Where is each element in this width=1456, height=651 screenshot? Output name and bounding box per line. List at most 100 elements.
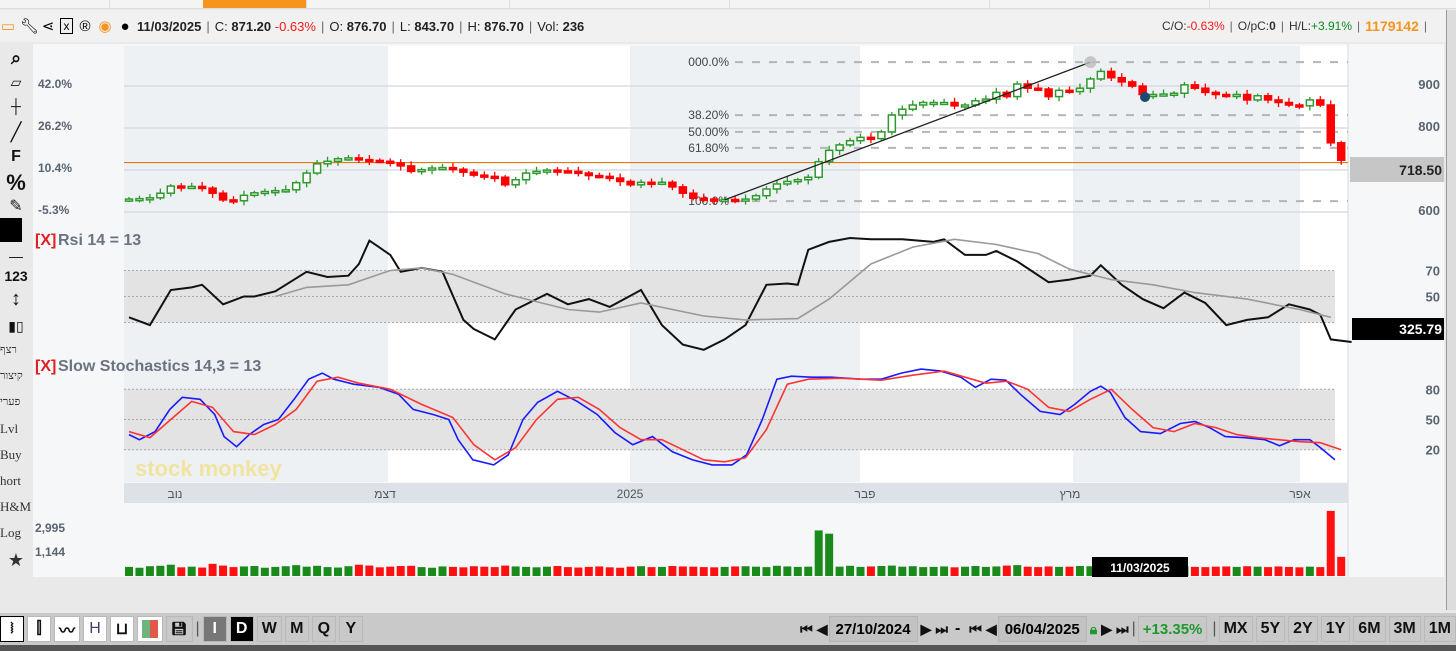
volume-bar: [846, 565, 855, 576]
range-max[interactable]: MX: [1218, 616, 1253, 642]
candle: [239, 194, 249, 202]
volume-bar: [239, 566, 248, 576]
right-axis-tick: 800: [1418, 119, 1440, 134]
volume-bar: [752, 566, 760, 576]
volume-bar: [772, 565, 781, 576]
candle: [793, 179, 803, 183]
lock-icon[interactable]: 🔒︎: [1090, 621, 1098, 638]
candle: [898, 108, 907, 116]
volume-bar: [616, 567, 625, 576]
watermark-logo: stock monkey: [135, 456, 282, 481]
chart-svg[interactable]: 42.0% 26.2% 10.4% -5.3% 900 800 600 000.0% 38.20…: [0, 0, 1446, 610]
candle: [647, 181, 656, 186]
volume-bar: [501, 565, 510, 576]
month-label: 2025: [617, 487, 644, 501]
volume-bar: [292, 565, 301, 576]
volume-bar: [584, 566, 593, 576]
ohlc-chart-button[interactable]: ⫿: [27, 616, 51, 642]
volume-bar: [940, 566, 949, 576]
candle: [1274, 99, 1283, 104]
volume-bar: [1055, 566, 1064, 576]
candle: [323, 160, 332, 165]
volume-bar: [1002, 565, 1011, 576]
interval-quarterly[interactable]: Q: [311, 616, 336, 642]
hlc-chart-button[interactable]: H: [83, 616, 108, 642]
area-chart-button[interactable]: ⊔: [110, 616, 135, 642]
volume-bar: [1044, 566, 1053, 576]
indicator-close-button[interactable]: [X]: [35, 358, 56, 375]
volume-bar: [710, 567, 719, 576]
volume-bar: [469, 566, 478, 576]
range-3m[interactable]: 3M: [1388, 616, 1421, 642]
bar-color-button[interactable]: [137, 616, 164, 642]
start-prev-icon[interactable]: ◀: [817, 621, 828, 638]
candlestick-chart-button[interactable]: ⧘: [0, 616, 24, 642]
volume-bar: [668, 566, 677, 576]
volume-bar: [448, 566, 457, 576]
candle: [1075, 87, 1085, 93]
candle: [145, 197, 155, 201]
candle: [751, 194, 761, 200]
candle: [636, 181, 646, 186]
volume-bar: [1065, 566, 1074, 576]
volume-bar: [145, 566, 154, 576]
candle: [1033, 87, 1043, 91]
marker-dot: [1140, 92, 1150, 102]
volume-bar: [219, 565, 228, 576]
volume-bar: [271, 566, 280, 576]
rsi-value-label: 325.79: [1399, 321, 1442, 337]
range-1y[interactable]: 1Y: [1320, 616, 1351, 642]
volume-bar: [804, 566, 813, 576]
volume-bar: [166, 564, 175, 576]
start-next-icon[interactable]: ▶: [921, 621, 932, 638]
candle: [396, 162, 405, 167]
candle: [1180, 84, 1189, 94]
volume-bar: [699, 567, 708, 576]
interval-monthly[interactable]: M: [284, 616, 309, 642]
volume-bar: [187, 566, 196, 576]
interval-yearly[interactable]: Y: [338, 616, 363, 642]
range-6m[interactable]: 6M: [1353, 616, 1386, 642]
candle: [135, 197, 144, 202]
start-first-icon[interactable]: ⏮: [800, 621, 813, 638]
end-next-icon[interactable]: ▶: [1101, 621, 1112, 638]
candle: [250, 192, 259, 197]
candle: [354, 157, 364, 161]
end-prev-icon[interactable]: ◀: [986, 621, 997, 638]
volume-bar: [365, 565, 374, 576]
candle: [1316, 99, 1325, 106]
left-axis-tick: 42.0%: [38, 77, 72, 91]
candle: [584, 172, 594, 177]
candle: [699, 197, 708, 201]
end-last-icon[interactable]: ⏭: [1116, 621, 1129, 638]
month-label: מרץ: [1060, 487, 1081, 501]
range-2y[interactable]: 2Y: [1288, 616, 1318, 642]
volume-bar: [490, 567, 499, 576]
candle: [333, 158, 343, 163]
interval-weekly[interactable]: W: [256, 616, 282, 642]
start-last-icon[interactable]: ⏭: [935, 621, 948, 638]
volume-bar: [835, 566, 844, 576]
candle: [438, 166, 447, 171]
interval-daily[interactable]: D: [229, 616, 254, 642]
candle: [1096, 70, 1106, 80]
volume-bar: [177, 567, 186, 576]
candle: [772, 183, 782, 190]
range-1m[interactable]: 1M: [1423, 616, 1456, 642]
end-first-icon[interactable]: ⏮: [969, 621, 982, 638]
scrollbar[interactable]: [1446, 10, 1456, 610]
time-axis: [124, 483, 1348, 503]
volume-bar: [229, 567, 238, 576]
volume-bar: [731, 566, 740, 576]
candle: [1054, 89, 1064, 98]
candle: [1253, 95, 1262, 101]
candle: [1284, 101, 1294, 106]
start-date-field[interactable]: 27/10/2024: [828, 616, 918, 642]
range-5y[interactable]: 5Y: [1255, 616, 1286, 642]
end-date-field[interactable]: 06/04/2025: [997, 616, 1087, 642]
indicator-close-button[interactable]: [X]: [35, 232, 56, 249]
save-icon[interactable]: 💾︎: [166, 616, 193, 642]
interval-intraday[interactable]: I: [202, 616, 227, 642]
volume-bar: [1190, 566, 1199, 576]
line-chart-button[interactable]: 〰: [54, 616, 81, 642]
